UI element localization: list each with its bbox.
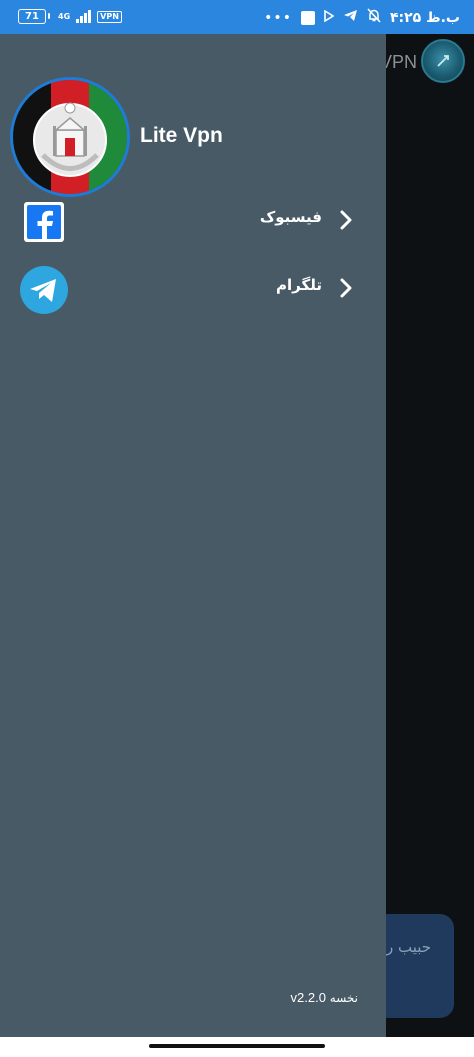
background-card-text: حبیب ر <box>386 938 432 956</box>
menu-item-telegram[interactable]: تلگرام <box>0 258 386 318</box>
vpn-status-badge: VPN <box>97 10 122 23</box>
battery-icon: 71 <box>18 9 50 24</box>
mute-bell-icon <box>367 8 381 27</box>
chevron-right-icon <box>340 278 352 302</box>
signal-icon <box>76 10 92 23</box>
navigation-drawer: Lite Vpn فیسبوک تلگرام v2.2.0 نخسه <box>0 34 386 1037</box>
version-number: v2.2.0 <box>290 990 326 1005</box>
background-app-logo-icon <box>421 39 465 83</box>
facebook-icon <box>24 202 64 242</box>
status-right: ••• ۴:۲۵ ب.ظ <box>264 8 460 27</box>
clock: ۴:۲۵ ب.ظ <box>389 9 460 26</box>
background-app-card: حبیب ر <box>374 914 454 1018</box>
app-logo-avatar <box>10 77 130 197</box>
more-notifications-icon: ••• <box>264 9 292 26</box>
chevron-right-icon <box>340 210 352 234</box>
status-bar: 71 4G VPN ••• ۴:۲۵ ب.ظ <box>0 0 474 34</box>
app-name: Lite Vpn <box>140 124 223 147</box>
app-version: v2.2.0 نخسه <box>291 990 358 1005</box>
app-notification-icon <box>300 10 315 25</box>
home-gesture-handle[interactable] <box>149 1044 325 1048</box>
menu-item-facebook[interactable]: فیسبوک <box>0 190 386 250</box>
network-type: 4G <box>58 11 71 21</box>
status-left: 71 4G VPN <box>18 9 122 24</box>
afghanistan-emblem-icon <box>13 80 127 194</box>
version-label: نخسه <box>329 991 358 1005</box>
system-nav-bar <box>0 1037 474 1057</box>
menu-item-label: فیسبوک <box>259 208 322 226</box>
telegram-icon <box>19 265 69 315</box>
play-icon <box>324 9 335 26</box>
telegram-notification-icon <box>343 9 358 26</box>
menu-item-label: تلگرام <box>276 276 322 294</box>
